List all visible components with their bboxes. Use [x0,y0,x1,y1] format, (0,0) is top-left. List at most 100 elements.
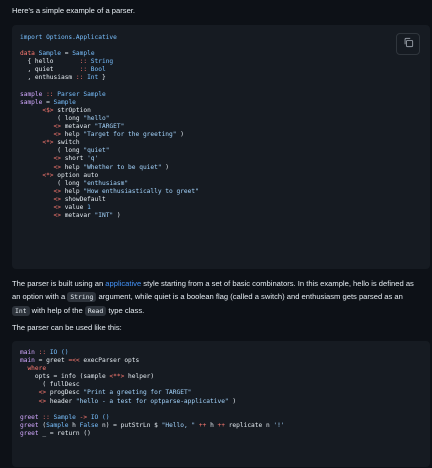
intro-text: Here's a simple example of a parser. [12,6,136,15]
code-token: where [27,365,47,373]
code-token: _ = return () [38,429,91,437]
code-token: switch [53,139,80,147]
code-token: "Whether to be quiet" [83,163,162,171]
code-token: main [20,349,35,356]
code-token: ( [38,421,47,429]
code-token: 'q' [87,155,99,163]
code-line: sample = Sample [20,99,430,107]
code-token: <**> [109,373,125,381]
code-block-parser[interactable]: import Options.Applicative data Sample = … [12,25,430,269]
code-token: :: [34,349,50,356]
code-token: metavar [60,212,95,220]
code-token: import Options.Applicative [20,34,117,41]
code-token: False [79,421,99,429]
description-paragraph: The parser is built using an applicative… [12,277,420,318]
code-line: <> value 1 [20,204,430,212]
code-token: help [60,163,84,171]
inline-code-string: String [67,292,97,302]
code-token: <> [53,187,61,195]
code-line: greet (Sample h False n) = putStrLn $ "H… [20,422,430,430]
code-token: "Target for the greeting" [83,131,177,139]
code-line: , enthusiasm :: Int } [20,74,430,82]
code-line: greet :: Sample -> IO () [20,414,430,422]
code-token: ) [113,212,121,220]
code-token: <> [53,155,61,163]
code-token: 1 [87,203,91,211]
code-line: ( long "quiet" [20,147,430,155]
code-token: "INT" [94,212,114,220]
code-token: Sample [72,50,95,58]
code-token: ) [176,131,184,139]
code-token: Int [87,74,99,82]
code-line: <> showDefault [20,196,430,204]
code-token: =<< [68,357,80,365]
code-line: <> help "Whether to be quiet" ) [20,164,430,172]
code-line: <> metavar "TARGET" [20,123,430,131]
usage-text: The parser can be used like this: [12,323,122,332]
code-token: ( long [20,147,84,155]
code-line: main :: IO () [20,349,430,357]
copy-icon [403,35,414,53]
code-token: -> [75,413,91,421]
copy-button[interactable] [396,33,420,55]
code-token: = [42,98,54,106]
code-line: ( long "hello" [20,115,430,123]
code-token: ++ [195,421,211,429]
code-token: } [98,74,106,82]
code-token: Sample [38,50,61,58]
code-line: where [20,365,430,373]
code-token: <> [38,397,47,405]
code-token: :: [79,66,91,74]
code-token: <> [38,389,47,397]
code-token: helper) [124,373,155,381]
inline-code-read: Read [84,306,107,316]
code-token: IO () [49,349,69,356]
code-token: String [90,58,114,66]
code-token: :: [38,413,54,421]
code-line: <> header "hello - a test for optparse-a… [20,398,430,406]
code-content-main: main :: IO () main = greet =<< execParser… [12,341,430,438]
code-token: sample [20,90,43,98]
code-token: <*> [42,139,54,147]
code-token: sample [20,98,43,106]
code-token: header [46,397,76,405]
applicative-link[interactable]: applicative [105,279,141,288]
code-token: "enthusiasm" [83,179,129,187]
code-block-main[interactable]: main :: IO () main = greet =<< execParser… [12,341,430,467]
code-line: data Sample = Sample [20,50,430,58]
code-token: help [60,187,84,195]
code-token: h [68,421,80,429]
code-token: ++ [213,421,229,429]
code-token: :: [75,74,88,82]
description-text-1: The parser is built using an [12,279,106,288]
code-token: "How enthusiastically to greet" [83,187,199,195]
code-line: <$> strOption [20,107,430,115]
code-token: data [20,50,39,58]
code-token: "TARGET" [94,123,125,131]
code-token: <*> [42,171,54,179]
code-token: <> [53,212,61,220]
code-line: <*> option auto [20,172,430,180]
code-token: IO () [90,413,110,421]
code-token: , enthusiasm [20,74,76,82]
code-line: ( long "enthusiasm" [20,180,430,188]
code-token: greet [20,429,39,437]
code-token: <> [53,123,61,131]
code-content-parser: import Options.Applicative data Sample = … [12,25,430,220]
code-line: <> metavar "INT" ) [20,212,430,220]
description-text-5: type class. [106,306,145,315]
code-token: Parser Sample [57,90,106,98]
code-token: strOption [53,106,91,114]
code-token: Bool [90,66,106,74]
code-token: ( long [20,179,84,187]
code-token: '!' [273,421,285,429]
